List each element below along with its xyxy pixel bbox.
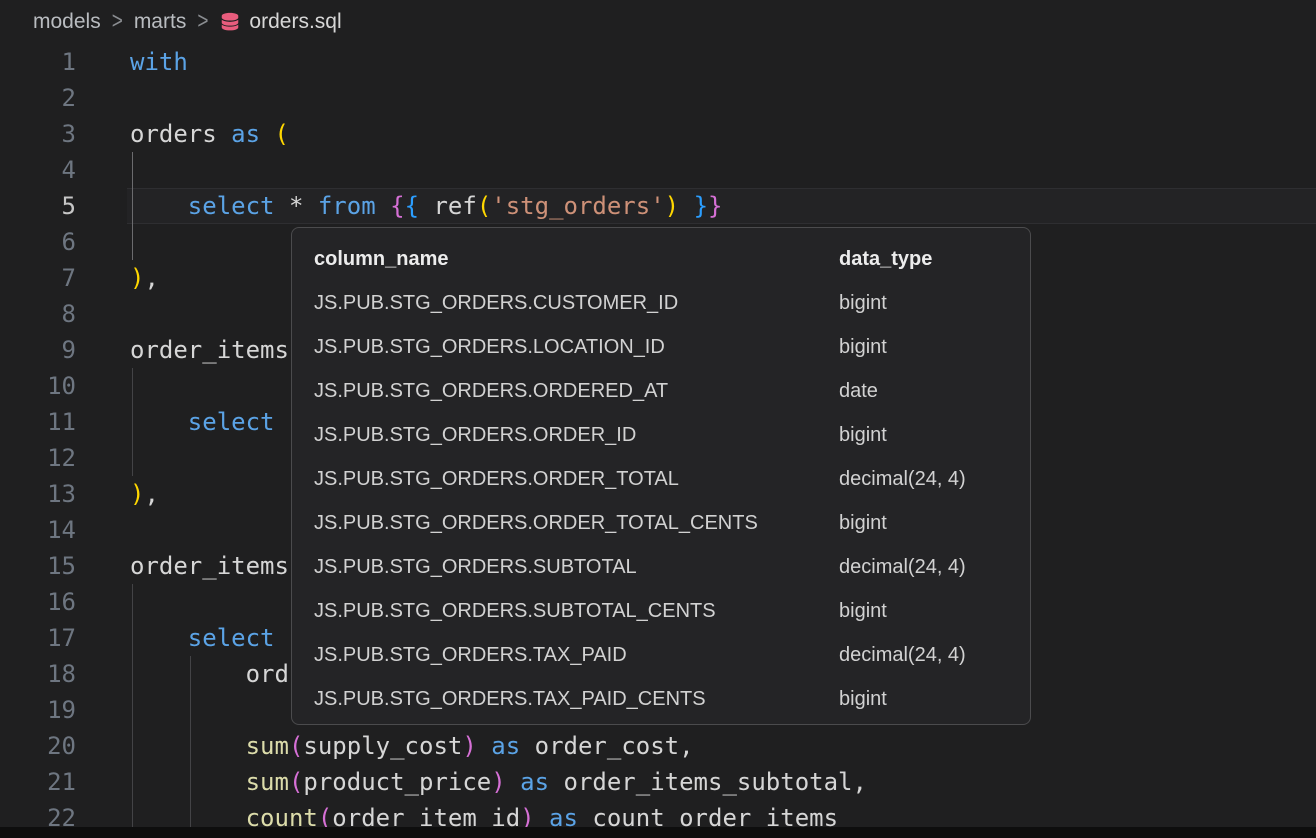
code-line[interactable]: 3orders as ( <box>0 116 1316 152</box>
file-name: orders.sql <box>249 10 341 34</box>
tooltip-row: JS.PUB.STG_ORDERS.ORDERED_ATdate <box>292 369 1030 413</box>
tooltip-row: JS.PUB.STG_ORDERS.ORDER_IDbigint <box>292 413 1030 457</box>
indent-guide <box>132 368 133 404</box>
tooltip-row: JS.PUB.STG_ORDERS.ORDER_TOTAL_CENTSbigin… <box>292 501 1030 545</box>
line-number: 11 <box>0 404 76 440</box>
tooltip-column-name: JS.PUB.STG_ORDERS.TAX_PAID_CENTS <box>314 688 839 711</box>
code-text: sum(product_price) as order_items_subtot… <box>76 764 867 800</box>
code-text <box>76 224 130 260</box>
code-text: order_items <box>76 332 289 368</box>
indent-guide <box>132 152 133 188</box>
line-number: 20 <box>0 728 76 764</box>
tooltip-data-type: bigint <box>839 292 1008 315</box>
line-number: 9 <box>0 332 76 368</box>
breadcrumb-item-models[interactable]: models <box>33 10 101 34</box>
tooltip-header-row: column_namedata_type <box>292 237 1030 281</box>
code-text <box>76 692 130 728</box>
column-info-tooltip: column_namedata_typeJS.PUB.STG_ORDERS.CU… <box>291 227 1031 725</box>
tooltip-row: JS.PUB.STG_ORDERS.TAX_PAID_CENTSbigint <box>292 677 1030 721</box>
code-text <box>76 80 130 116</box>
line-number: 5 <box>0 188 76 224</box>
tooltip-column-name: JS.PUB.STG_ORDERS.ORDER_TOTAL_CENTS <box>314 512 839 535</box>
line-number: 1 <box>0 44 76 80</box>
tooltip-column-name: JS.PUB.STG_ORDERS.ORDER_ID <box>314 424 839 447</box>
line-number: 2 <box>0 80 76 116</box>
code-line[interactable]: 2 <box>0 80 1316 116</box>
line-number: 17 <box>0 620 76 656</box>
line-number: 4 <box>0 152 76 188</box>
indent-guide <box>132 224 133 260</box>
tooltip-row: JS.PUB.STG_ORDERS.CUSTOMER_IDbigint <box>292 281 1030 325</box>
code-line[interactable]: 5 select * from {{ ref('stg_orders') }} <box>0 188 1316 224</box>
code-text: select <box>76 404 275 440</box>
tooltip-row: JS.PUB.STG_ORDERS.SUBTOTALdecimal(24, 4) <box>292 545 1030 589</box>
tooltip-data-type: decimal(24, 4) <box>839 468 1008 491</box>
tooltip-column-name: JS.PUB.STG_ORDERS.ORDERED_AT <box>314 380 839 403</box>
code-text: sum(supply_cost) as order_cost, <box>76 728 694 764</box>
code-text: orders as ( <box>76 116 289 152</box>
line-number: 12 <box>0 440 76 476</box>
tooltip-header-column-name: column_name <box>314 248 839 271</box>
indent-guide <box>132 440 133 476</box>
line-number: 13 <box>0 476 76 512</box>
line-number: 3 <box>0 116 76 152</box>
line-number: 6 <box>0 224 76 260</box>
tooltip-data-type: date <box>839 380 1008 403</box>
tooltip-row: JS.PUB.STG_ORDERS.LOCATION_IDbigint <box>292 325 1030 369</box>
code-text <box>76 296 130 332</box>
tooltip-row: JS.PUB.STG_ORDERS.TAX_PAIDdecimal(24, 4) <box>292 633 1030 677</box>
code-text <box>76 152 130 188</box>
line-number: 15 <box>0 548 76 584</box>
code-line[interactable]: 20 sum(supply_cost) as order_cost, <box>0 728 1316 764</box>
code-text: select * from {{ ref('stg_orders') }} <box>76 188 722 224</box>
code-text <box>76 368 130 404</box>
tooltip-column-name: JS.PUB.STG_ORDERS.LOCATION_ID <box>314 336 839 359</box>
database-icon <box>219 11 241 33</box>
code-text: ), <box>76 260 159 296</box>
tooltip-data-type: bigint <box>839 424 1008 447</box>
tooltip-column-name: JS.PUB.STG_ORDERS.ORDER_TOTAL <box>314 468 839 491</box>
tooltip-data-type: bigint <box>839 600 1008 623</box>
tooltip-row: JS.PUB.STG_ORDERS.ORDER_TOTALdecimal(24,… <box>292 457 1030 501</box>
tooltip-header-data-type: data_type <box>839 248 1008 271</box>
tooltip-column-name: JS.PUB.STG_ORDERS.TAX_PAID <box>314 644 839 667</box>
code-text: ord <box>76 656 289 692</box>
code-line[interactable]: 4 <box>0 152 1316 188</box>
tooltip-data-type: decimal(24, 4) <box>839 556 1008 579</box>
code-text <box>76 512 130 548</box>
line-number: 16 <box>0 584 76 620</box>
indent-guide <box>132 584 133 620</box>
line-number: 18 <box>0 656 76 692</box>
tooltip-data-type: bigint <box>839 336 1008 359</box>
line-number: 19 <box>0 692 76 728</box>
chevron-right-icon: > <box>197 8 208 36</box>
tooltip-column-name: JS.PUB.STG_ORDERS.CUSTOMER_ID <box>314 292 839 315</box>
breadcrumb: models > marts > orders.sql <box>0 0 1316 44</box>
tooltip-column-name: JS.PUB.STG_ORDERS.SUBTOTAL <box>314 556 839 579</box>
indent-guide <box>132 692 133 728</box>
tooltip-column-name: JS.PUB.STG_ORDERS.SUBTOTAL_CENTS <box>314 600 839 623</box>
breadcrumb-item-marts[interactable]: marts <box>134 10 187 34</box>
code-text <box>76 440 130 476</box>
tooltip-data-type: bigint <box>839 512 1008 535</box>
code-text: order_items <box>76 548 289 584</box>
tooltip-data-type: bigint <box>839 688 1008 711</box>
code-line[interactable]: 21 sum(product_price) as order_items_sub… <box>0 764 1316 800</box>
line-number: 10 <box>0 368 76 404</box>
breadcrumb-item-file[interactable]: orders.sql <box>219 10 341 34</box>
line-number: 8 <box>0 296 76 332</box>
indent-guide <box>190 692 191 728</box>
tooltip-row: JS.PUB.STG_ORDERS.SUBTOTAL_CENTSbigint <box>292 589 1030 633</box>
code-line[interactable]: 1with <box>0 44 1316 80</box>
line-number: 7 <box>0 260 76 296</box>
chevron-right-icon: > <box>112 8 123 36</box>
tooltip-data-type: decimal(24, 4) <box>839 644 1008 667</box>
code-text: with <box>76 44 188 80</box>
code-text: ), <box>76 476 159 512</box>
line-number: 14 <box>0 512 76 548</box>
bottom-edge <box>0 827 1316 838</box>
line-number: 21 <box>0 764 76 800</box>
code-text <box>76 584 130 620</box>
code-text: select <box>76 620 275 656</box>
